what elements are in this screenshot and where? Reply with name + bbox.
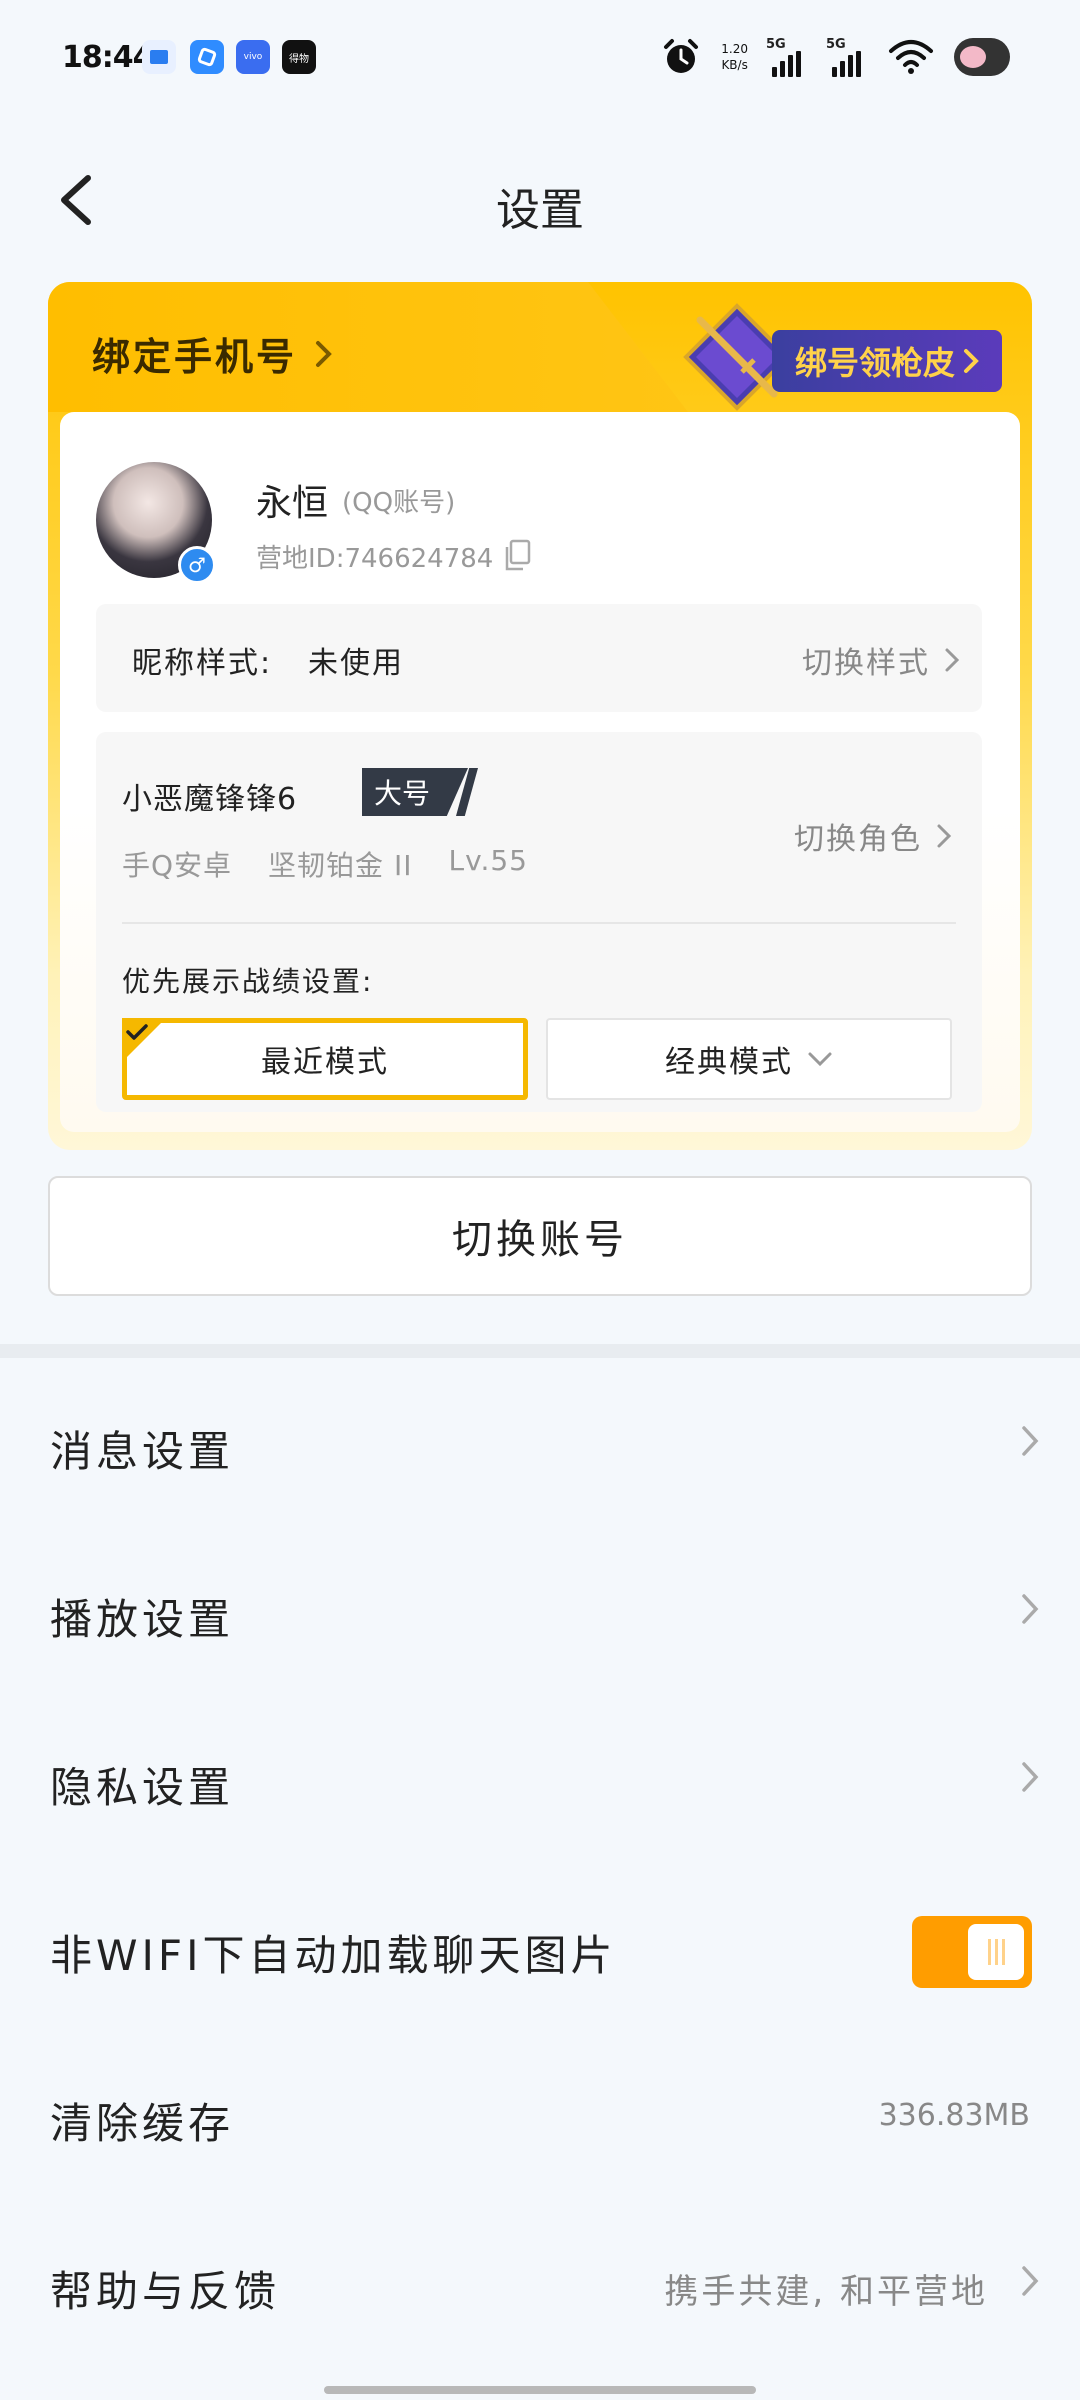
record-pref-label: 优先展示战绩设置: (122, 965, 374, 998)
wifi-icon (889, 40, 933, 74)
promo-tag: 绑号领枪皮 (772, 330, 1002, 392)
role-level: Lv.55 (448, 844, 528, 877)
setting-label: 隐私设置 (50, 1763, 235, 1812)
chevron-down-icon (808, 1052, 832, 1067)
network-speed: 1.20 KB/s (721, 42, 748, 72)
help-hint: 携手共建, 和平营地 (664, 2272, 988, 2312)
status-bar: 18:44 vivo 得物 1.20 KB/s 5G 5G (0, 0, 1080, 120)
help-feedback-row[interactable]: 帮助与反馈 携手共建, 和平营地 (0, 2228, 1080, 2338)
recent-mode-button[interactable]: 最近模式 (122, 1018, 528, 1100)
nickname-style-value: 未使用 (308, 646, 404, 681)
chevron-right-icon (1022, 1762, 1039, 1792)
toggle-knob (968, 1924, 1024, 1980)
setting-label: 播放设置 (50, 1595, 235, 1644)
alarm-icon (664, 39, 699, 73)
account-type: (QQ账号) (342, 488, 456, 518)
chevron-right-icon (945, 648, 960, 672)
setting-label: 消息设置 (50, 1427, 235, 1476)
bind-phone-link[interactable]: 绑定手机号 (92, 326, 335, 381)
section-divider (0, 1344, 1080, 1358)
chevron-right-icon (964, 349, 979, 373)
role-name: 小恶魔锋锋6 (122, 782, 298, 817)
auto-load-toggle[interactable] (912, 1916, 1032, 1988)
home-indicator (324, 2386, 756, 2394)
page-title: 设置 (496, 185, 584, 236)
promo-label: 绑号领枪皮 (794, 344, 955, 382)
clear-cache-row[interactable]: 清除缓存 336.83MB (0, 2060, 1080, 2170)
user-name: 永恒 (256, 483, 329, 524)
privacy-settings-row[interactable]: 隐私设置 (0, 1724, 1080, 1834)
notification-app-icon (142, 40, 176, 74)
chevron-right-icon (1022, 1594, 1039, 1624)
switch-role-button[interactable]: 切换角色 (794, 814, 952, 858)
cache-size: 336.83MB (878, 2098, 1030, 2133)
role-meta: 手Q安卓 坚韧铂金 II Lv.55 (122, 844, 528, 884)
role-rank: 坚韧铂金 II (268, 849, 413, 882)
checkmark-icon (122, 1018, 166, 1062)
nickname-style-label: 昵称样式: (132, 646, 273, 681)
copy-icon[interactable] (502, 538, 532, 572)
signal-icon: 5G (766, 37, 808, 77)
camp-id: 营地ID:746624784 (256, 544, 494, 574)
switch-account-button[interactable]: 切换账号 (48, 1176, 1032, 1296)
chevron-right-icon (316, 340, 332, 367)
chevron-right-icon (1022, 1426, 1039, 1456)
role-box: 小恶魔锋锋6 大号 手Q安卓 坚韧铂金 II Lv.55 切换角色 优先展示战绩… (96, 732, 982, 1112)
battery-cloud-icon (954, 38, 1010, 76)
nickname-style-row: 昵称样式: 未使用 切换样式 (96, 604, 982, 712)
signal-icon: 5G (826, 37, 868, 77)
switch-style-button[interactable]: 切换样式 (802, 638, 960, 682)
bind-phone-label: 绑定手机号 (92, 335, 298, 379)
main-account-tag: 大号 (362, 768, 468, 816)
role-platform: 手Q安卓 (122, 849, 233, 882)
dewu-app-icon: 得物 (282, 40, 316, 74)
chevron-right-icon (937, 824, 952, 848)
setting-label: 非WIFI下自动加载聊天图片 (50, 1931, 617, 1980)
playback-settings-row[interactable]: 播放设置 (0, 1556, 1080, 1666)
message-settings-row[interactable]: 消息设置 (0, 1388, 1080, 1498)
status-time: 18:44 (62, 40, 153, 75)
promo-banner[interactable]: 绑号领枪皮 (682, 302, 1012, 411)
card-content: ♂ 永恒 (QQ账号) 营地ID:746624784 昵称样式: 未使用 切换样… (60, 412, 1020, 1132)
notification-app-icon (190, 40, 224, 74)
setting-label: 帮助与反馈 (50, 2267, 281, 2316)
male-gender-icon: ♂ (178, 546, 216, 584)
setting-label: 清除缓存 (50, 2099, 235, 2148)
page-header: 设置 (0, 150, 1080, 250)
classic-mode-dropdown[interactable]: 经典模式 (546, 1018, 952, 1100)
vivo-app-icon: vivo (236, 40, 270, 74)
chevron-right-icon (1022, 2266, 1039, 2296)
divider (122, 922, 956, 924)
auto-load-images-row: 非WIFI下自动加载聊天图片 (0, 1892, 1080, 2002)
account-card: 绑定手机号 绑号领枪皮 ♂ 永恒 (QQ账号) 营地ID:746624784 昵… (48, 282, 1032, 1150)
